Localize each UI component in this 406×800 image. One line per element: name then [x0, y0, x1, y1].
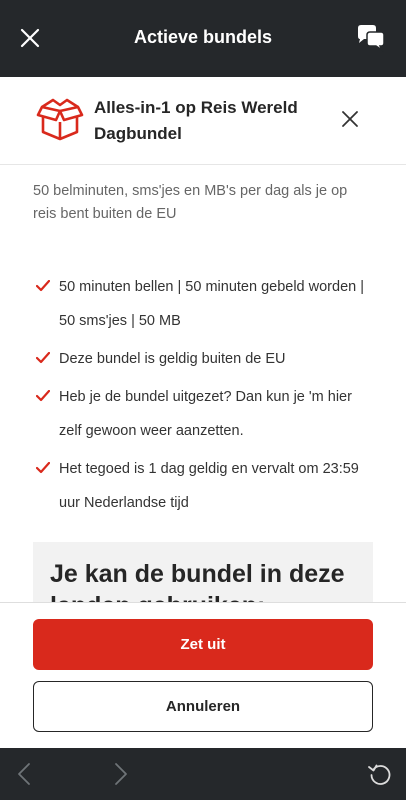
checkmark-icon: [36, 352, 50, 364]
bundle-description: 50 belminuten, sms'jes en MB's per dag a…: [33, 183, 348, 222]
action-footer: Zet uit Annuleren: [0, 602, 406, 748]
forward-button[interactable]: [107, 761, 133, 787]
feature-text: Deze bundel is geldig buiten de EU: [59, 351, 286, 367]
feature-text: Het tegoed is 1 dag geldig en vervalt om…: [59, 461, 359, 511]
bundle-header: Alles-in-1 op Reis Wereld Dagbundel: [0, 77, 406, 165]
chat-icon: [358, 25, 385, 53]
list-item: Deze bundel is geldig buiten de EU: [33, 342, 378, 376]
list-item: Het tegoed is 1 dag geldig en vervalt om…: [33, 452, 378, 520]
refresh-icon: [368, 764, 391, 785]
refresh-button[interactable]: [367, 761, 393, 787]
countries-title: Je kan de bundel in deze landen gebruike…: [50, 560, 345, 602]
checkmark-icon: [36, 280, 50, 292]
checkmark-icon: [36, 462, 50, 474]
feature-text: 50 minuten bellen | 50 minuten gebeld wo…: [59, 279, 364, 329]
bundle-details[interactable]: 50 belminuten, sms'jes en MB's per dag a…: [0, 166, 406, 602]
browser-nav-bar: [0, 748, 406, 800]
checkmark-icon: [36, 390, 50, 402]
back-arrow-icon: [18, 763, 30, 785]
turn-off-button[interactable]: Zet uit: [33, 619, 373, 670]
sheet-close-button[interactable]: [338, 107, 362, 131]
feature-text: Heb je de bundel uitgezet? Dan kun je 'm…: [59, 389, 352, 439]
chat-button[interactable]: [356, 24, 386, 53]
top-bar: Actieve bundels: [0, 0, 406, 77]
countries-panel: Je kan de bundel in deze landen gebruike…: [33, 542, 373, 602]
package-box-icon: [36, 97, 84, 143]
list-item: 50 minuten bellen | 50 minuten gebeld wo…: [33, 270, 378, 338]
forward-arrow-icon: [115, 763, 127, 785]
bundle-title: Alles-in-1 op Reis Wereld Dagbundel: [94, 98, 298, 143]
cancel-button[interactable]: Annuleren: [33, 681, 373, 732]
close-icon: [342, 111, 358, 127]
feature-list: 50 minuten bellen | 50 minuten gebeld wo…: [33, 270, 378, 524]
back-button[interactable]: [12, 761, 38, 787]
page-title: Actieve bundels: [133, 27, 273, 47]
list-item: Heb je de bundel uitgezet? Dan kun je 'm…: [33, 380, 378, 448]
